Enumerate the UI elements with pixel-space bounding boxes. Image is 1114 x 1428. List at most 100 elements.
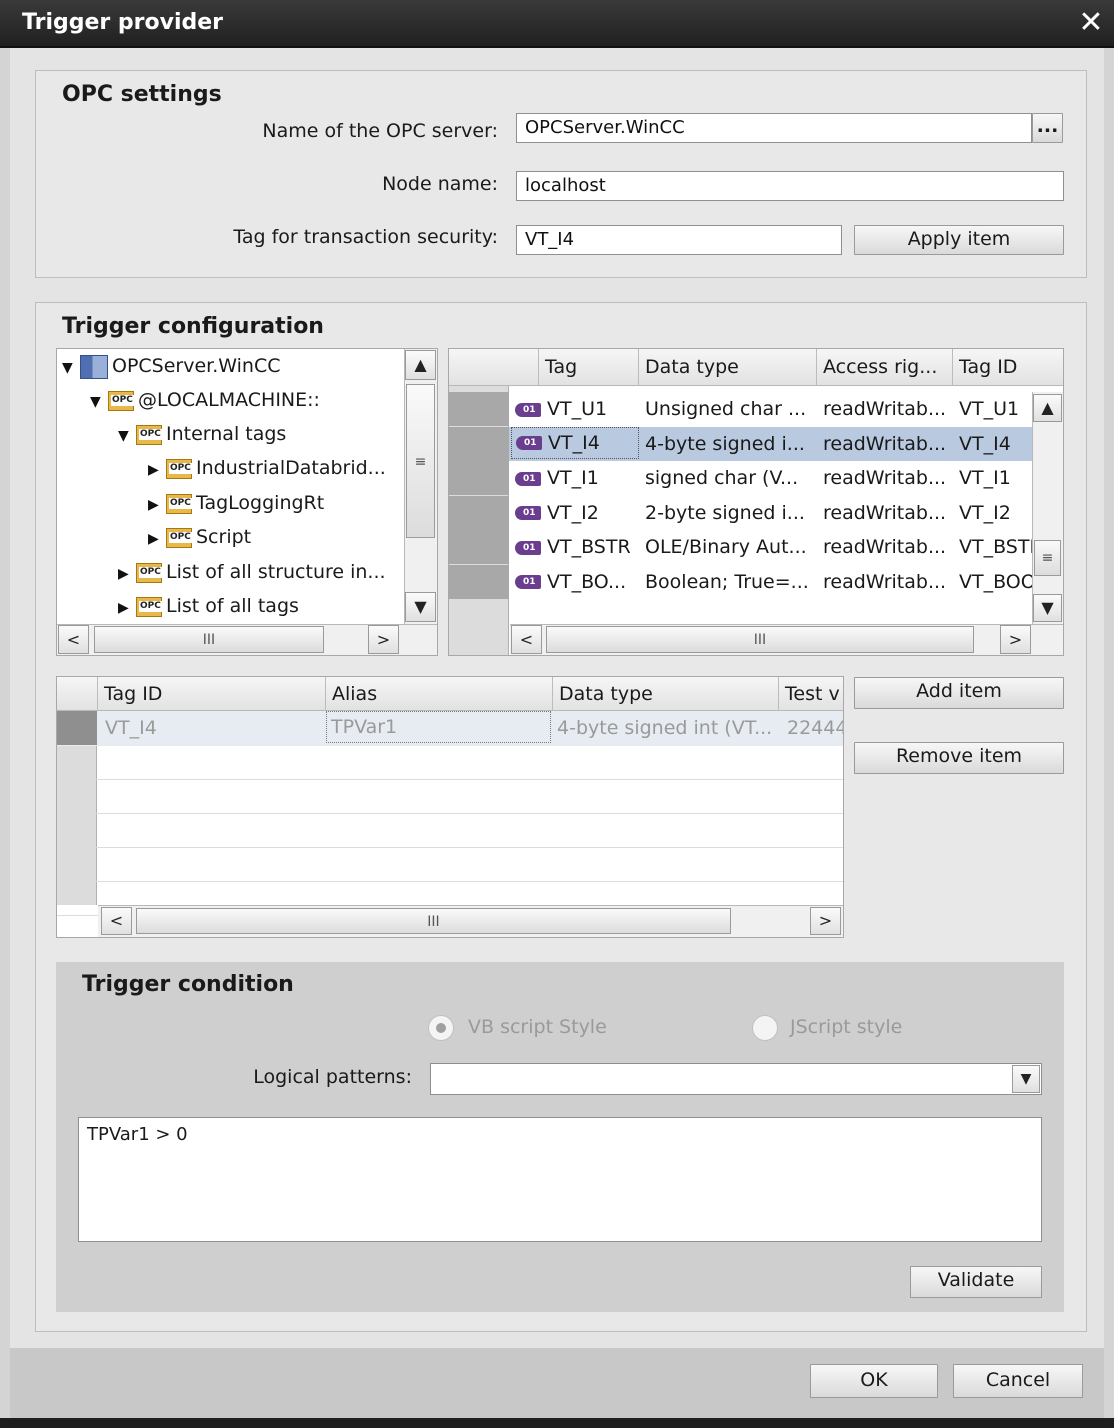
- column-header-test-value[interactable]: Test v: [778, 677, 843, 711]
- tree-vscroll-thumb[interactable]: ≡: [406, 384, 435, 538]
- tree-item-structure-instances[interactable]: ▶ OPC List of all structure in...: [118, 555, 386, 589]
- jscript-label: JScript style: [790, 1016, 903, 1038]
- scroll-up-icon[interactable]: ▲: [1033, 394, 1062, 422]
- row-selector[interactable]: [57, 711, 97, 745]
- tag-security-input[interactable]: VT_I4: [516, 225, 842, 255]
- server-name-input[interactable]: OPCServer.WinCC: [516, 113, 1032, 143]
- tree-item-all-tags[interactable]: ▶ OPC List of all tags: [118, 589, 299, 623]
- chevron-down-icon[interactable]: ▼: [1012, 1065, 1040, 1093]
- access-rights-cell: readWritab...: [823, 467, 947, 489]
- tree-item-tagloggingrt[interactable]: ▶ OPC TagLoggingRt: [148, 486, 324, 520]
- trigger-condition-heading: Trigger condition: [82, 972, 294, 997]
- data-type-cell: 4-byte signed i...: [645, 432, 805, 455]
- table-row[interactable]: 01 VT_I4 4-byte signed i... readWritab... VT…: [449, 426, 1032, 461]
- opc-folder-icon: OPC: [136, 562, 162, 583]
- tag-grid-vscroll-thumb[interactable]: ≡: [1034, 540, 1061, 576]
- data-type-cell: Boolean; True=...: [645, 570, 809, 593]
- scroll-up-icon[interactable]: ▲: [405, 350, 436, 380]
- table-row[interactable]: VT_I4 TPVar1 4-byte signed int (VT... 22…: [57, 711, 843, 746]
- jscript-radio[interactable]: [752, 1015, 778, 1041]
- row-selector[interactable]: [449, 392, 509, 426]
- table-row[interactable]: 01 VT_BO... Boolean; True=... readWritab...…: [449, 564, 1032, 600]
- condition-expression-editor[interactable]: TPVar1 > 0: [78, 1117, 1042, 1242]
- close-icon[interactable]: ✕: [1074, 6, 1108, 40]
- tree-item-localmachine[interactable]: ▼ OPC @LOCALMACHINE::: [90, 383, 320, 417]
- tag-name-cell: 01 VT_BO...: [511, 565, 639, 599]
- expand-icon[interactable]: ▶: [148, 453, 166, 487]
- data-type-cell: 2-byte signed i...: [645, 501, 805, 524]
- item-data-type: 4-byte signed int (VT...: [557, 717, 773, 739]
- row-selector[interactable]: [449, 495, 509, 530]
- column-header-alias[interactable]: Alias: [325, 677, 552, 711]
- opc-folder-icon: OPC: [166, 493, 192, 514]
- row-selector[interactable]: [449, 530, 509, 564]
- table-row[interactable]: 01 VT_I1 signed char (V... readWritab... VT_…: [449, 461, 1032, 496]
- tag-name-cell: 01 VT_I4: [511, 426, 639, 459]
- remove-item-button[interactable]: Remove item: [854, 742, 1064, 774]
- empty-row-divider: [57, 881, 843, 882]
- tag-icon: 01: [515, 471, 541, 486]
- access-rights-cell: readWritab...: [823, 398, 947, 420]
- validate-button[interactable]: Validate: [910, 1266, 1042, 1298]
- collapse-icon[interactable]: ▼: [62, 351, 80, 385]
- scroll-left-icon[interactable]: <: [58, 625, 89, 654]
- opc-settings-heading: OPC settings: [62, 82, 222, 107]
- row-selector[interactable]: [449, 461, 509, 495]
- data-type-cell: OLE/Binary Aut...: [645, 536, 807, 558]
- item-alias-cell[interactable]: TPVar1: [326, 711, 551, 743]
- expand-icon[interactable]: ▶: [118, 557, 136, 591]
- empty-row-divider: [57, 847, 843, 848]
- node-name-input[interactable]: localhost: [516, 171, 1064, 201]
- browse-server-button[interactable]: ...: [1032, 113, 1063, 143]
- tree-item-industrialdatabridge[interactable]: ▶ OPC IndustrialDatabrid...: [148, 451, 386, 485]
- scroll-left-icon[interactable]: <: [511, 625, 542, 654]
- vb-script-radio[interactable]: [428, 1015, 454, 1041]
- tag-id-cell: VT_I1: [959, 467, 1011, 489]
- add-item-button[interactable]: Add item: [854, 677, 1064, 709]
- expand-icon[interactable]: ▶: [148, 488, 166, 522]
- tree-item-internal-tags[interactable]: ▼ OPC Internal tags: [118, 417, 286, 451]
- opc-folder-icon: OPC: [166, 458, 192, 479]
- apply-item-button[interactable]: Apply item: [854, 225, 1064, 255]
- window-title: Trigger provider: [22, 10, 224, 35]
- item-grid-hscroll-thumb[interactable]: III: [136, 908, 731, 934]
- table-row[interactable]: 01 VT_BSTR OLE/Binary Aut... readWritab... V…: [449, 530, 1032, 565]
- expand-icon[interactable]: ▶: [118, 591, 136, 625]
- column-header-tag[interactable]: Tag: [538, 349, 638, 385]
- node-name-label: Node name:: [382, 173, 498, 195]
- column-header-tag-id[interactable]: Tag ID: [952, 349, 1032, 385]
- tag-grid-hscroll-thumb[interactable]: III: [546, 626, 974, 653]
- tag-icon: 01: [516, 436, 542, 450]
- tag-grid-header: Tag Data type Access rig... Tag ID: [449, 349, 1063, 386]
- logical-patterns-select[interactable]: [430, 1063, 1042, 1095]
- table-row[interactable]: 01 VT_U1 Unsigned char ... readWritab... VT_…: [449, 392, 1032, 427]
- item-tag-id: VT_I4: [105, 717, 157, 739]
- collapse-icon[interactable]: ▼: [90, 385, 108, 419]
- table-row[interactable]: 01 VT_I2 2-byte signed i... readWritab... VT…: [449, 495, 1032, 531]
- tag-name-cell: 01 VT_BSTR: [511, 530, 639, 564]
- column-header-data-type[interactable]: Data type: [552, 677, 778, 711]
- row-selector[interactable]: [449, 564, 509, 599]
- scroll-right-icon[interactable]: >: [1000, 625, 1031, 654]
- collapse-icon[interactable]: ▼: [118, 419, 136, 453]
- scroll-left-icon[interactable]: <: [101, 907, 132, 935]
- footer-bar: [10, 1348, 1104, 1418]
- tag-icon: 01: [515, 506, 541, 520]
- tree-item-server[interactable]: ▼ OPCServer.WinCC: [62, 349, 281, 383]
- scroll-right-icon[interactable]: >: [368, 625, 399, 654]
- column-header-access-rights[interactable]: Access rig...: [816, 349, 952, 385]
- server-name-label: Name of the OPC server:: [262, 120, 498, 142]
- scroll-right-icon[interactable]: >: [810, 907, 841, 935]
- tag-grid-vscroll-track[interactable]: [1032, 392, 1063, 624]
- tree-item-script[interactable]: ▶ OPC Script: [148, 520, 251, 554]
- column-header-tag-id[interactable]: Tag ID: [97, 677, 325, 711]
- scroll-down-icon[interactable]: ▼: [1033, 594, 1062, 622]
- row-selector[interactable]: [449, 426, 509, 461]
- opc-folder-icon: OPC: [136, 424, 162, 445]
- ok-button[interactable]: OK: [810, 1364, 938, 1398]
- cancel-button[interactable]: Cancel: [953, 1364, 1083, 1398]
- tree-hscroll-thumb[interactable]: III: [94, 626, 324, 653]
- scroll-down-icon[interactable]: ▼: [405, 592, 436, 622]
- expand-icon[interactable]: ▶: [148, 522, 166, 556]
- column-header-data-type[interactable]: Data type: [638, 349, 816, 385]
